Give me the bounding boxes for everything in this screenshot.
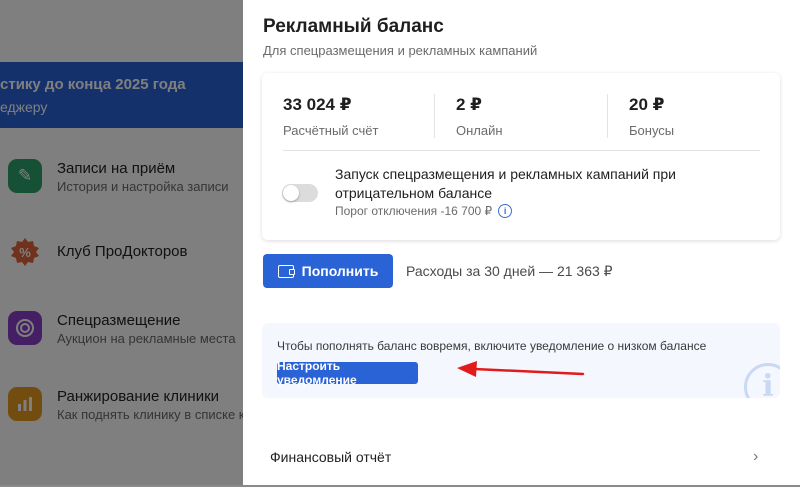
stat-bonuses: 20 ₽ Бонусы xyxy=(629,95,674,138)
notice-text: Чтобы пополнять баланс вовремя, включите… xyxy=(277,339,707,353)
chevron-right-icon: › xyxy=(753,448,759,465)
stat-label: Онлайн xyxy=(456,123,503,138)
configure-notification-button[interactable]: Настроить уведомление xyxy=(277,359,418,387)
drawer-title: Рекламный баланс xyxy=(263,16,444,37)
threshold-label: Порог отключения -16 700 ₽ xyxy=(335,204,493,218)
drawer-subtitle: Для спецразмещения и рекламных кампаний xyxy=(263,43,538,58)
top-up-button[interactable]: Пополнить xyxy=(263,254,393,288)
stat-value: 2 ₽ xyxy=(456,95,483,114)
spend-summary: Расходы за 30 дней — 21 363 ₽ xyxy=(406,263,613,279)
ad-balance-drawer: Рекламный баланс Для спецразмещения и ре… xyxy=(243,0,800,485)
financial-report-link[interactable]: Финансовый отчёт › xyxy=(243,427,800,487)
divider xyxy=(607,94,608,138)
balance-card: 33 024 ₽ Расчётный счёт 2 ₽ Онлайн 20 ₽ … xyxy=(262,73,780,240)
stat-label: Расчётный счёт xyxy=(283,123,379,138)
stat-online: 2 ₽ Онлайн xyxy=(456,95,503,138)
stat-value: 33 024 ₽ xyxy=(283,95,352,114)
stat-settlement-account: 33 024 ₽ Расчётный счёт xyxy=(283,95,379,138)
negative-balance-toggle[interactable] xyxy=(282,184,318,202)
stat-label: Бонусы xyxy=(629,123,675,138)
info-icon[interactable]: i xyxy=(498,204,513,218)
low-balance-notice: Чтобы пополнять баланс вовремя, включите… xyxy=(262,323,780,398)
negative-balance-label: Запуск спецразмещения и рекламных кампан… xyxy=(335,166,676,201)
financial-report-label: Финансовый отчёт xyxy=(270,449,392,465)
divider xyxy=(283,150,760,151)
info-illustration-icon: i xyxy=(744,363,780,398)
toggle-knob xyxy=(283,185,299,201)
stat-value: 20 ₽ xyxy=(629,95,665,114)
threshold-text: Порог отключения -16 700 ₽ i xyxy=(335,204,513,218)
top-up-label: Пополнить xyxy=(301,263,379,279)
divider xyxy=(434,94,435,138)
wallet-icon xyxy=(277,264,295,278)
